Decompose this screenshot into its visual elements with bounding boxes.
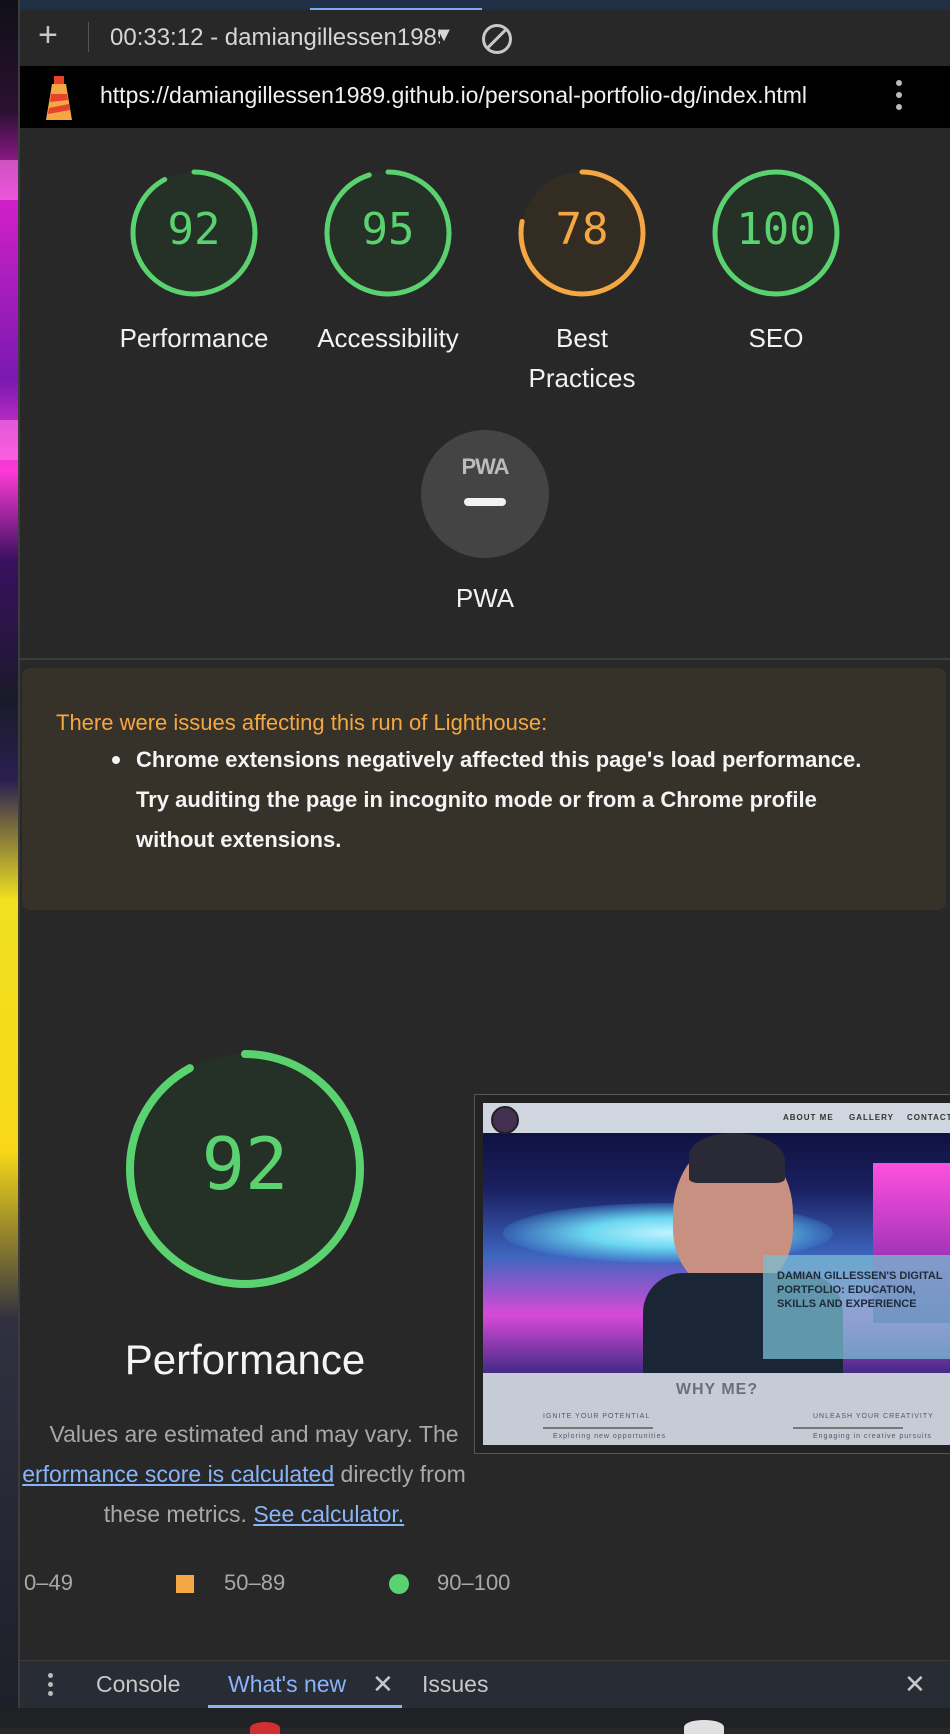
thumb-nav-item: CONTACT [907, 1113, 950, 1122]
score-calculated-link[interactable]: erformance score is calculated [22, 1461, 334, 1487]
portrait-hair-shape [689, 1133, 785, 1183]
devtools-top-strip [20, 0, 950, 10]
score-value: 78 [555, 204, 609, 255]
pwa-label: PWA [455, 583, 515, 613]
score-label: SEO [748, 323, 804, 353]
score-gauge-best-practices[interactable]: 78 [517, 168, 647, 298]
score-gauge-seo[interactable]: 100 [711, 168, 841, 298]
score-label: Best Practices [528, 323, 636, 393]
legend-average: 50–89 [224, 1570, 286, 1595]
tab-console[interactable]: Console [96, 1671, 180, 1698]
performance-title: Performance [124, 1336, 366, 1383]
thumb-left-caption: IGNITE YOUR POTENTIAL [543, 1413, 651, 1420]
lighthouse-toolbar: + 00:33:12 - damiangillessen1989 ▼ [20, 10, 950, 67]
score-value: 95 [361, 204, 415, 255]
score-value: 100 [736, 204, 816, 255]
performance-score: 92 [201, 1122, 289, 1206]
report-select[interactable]: 00:33:12 - damiangillessen1989 [110, 24, 440, 52]
tab-issues[interactable]: Issues [422, 1671, 488, 1698]
warning-item: Chrome extensions negatively affected th… [136, 747, 862, 852]
thumb-nav-item: GALLERY [849, 1113, 894, 1122]
kebab-icon[interactable] [896, 80, 902, 116]
divider [20, 658, 950, 660]
toolbar-separator [88, 22, 89, 52]
desc-line-1: Values are estimated and may vary. The [49, 1421, 459, 1447]
thumb-right-caption: UNLEASH YOUR CREATIVITY [813, 1413, 934, 1420]
chevron-down-icon[interactable]: ▼ [434, 24, 454, 47]
performance-description: Values are estimated and may vary. The e… [20, 1414, 488, 1534]
average-square-icon [176, 1575, 194, 1593]
taskbar-shape [684, 1720, 724, 1734]
score-label: Accessibility [317, 323, 459, 353]
thumb-lower-section: WHY ME? IGNITE YOUR POTENTIAL Exploring … [483, 1373, 950, 1445]
performance-gauge[interactable]: 92 [120, 1044, 370, 1294]
thumb-nav: ABOUT ME GALLERY CONTACT [483, 1103, 950, 1134]
warning-box: There were issues affecting this run of … [22, 668, 946, 910]
tab-whats-new[interactable]: What's new [228, 1671, 346, 1698]
legend-fail: 0–49 [24, 1570, 73, 1595]
audited-url: https://damiangillessen1989.github.io/pe… [100, 82, 808, 108]
desc-line-2-tail: directly from [334, 1461, 466, 1487]
lighthouse-icon [46, 76, 72, 120]
warning-title: There were issues affecting this run of … [56, 710, 548, 735]
plus-icon[interactable]: + [38, 18, 58, 52]
thumb-hero-box: DAMIAN GILLESSEN'S DIGITAL PORTFOLIO: ED… [763, 1255, 950, 1359]
thumb-hero-text: DAMIAN GILLESSEN'S DIGITAL PORTFOLIO: ED… [777, 1270, 943, 1310]
thumb-left-bar [543, 1427, 653, 1429]
legend-pass: 90–100 [437, 1570, 511, 1595]
pwa-badge-text: PWA [461, 454, 509, 479]
score-value: 92 [167, 204, 221, 255]
final-screenshot[interactable]: ABOUT ME GALLERY CONTACT DAMIAN GILLESSE… [474, 1094, 950, 1454]
avatar [491, 1106, 519, 1134]
score-gauge-performance[interactable]: 92 [129, 168, 259, 298]
drawer-kebab-icon[interactable] [48, 1673, 53, 1700]
bullet-icon [112, 756, 120, 764]
thumb-left-sub: Exploring new opportunities [553, 1433, 666, 1440]
pwa-dash-icon [464, 498, 506, 506]
score-gauge-accessibility[interactable]: 95 [323, 168, 453, 298]
desc-line-3: these metrics. [103, 1501, 254, 1527]
taskbar-strip [0, 1708, 950, 1734]
thumb-nav-item: ABOUT ME [783, 1113, 834, 1122]
taskbar-shape [250, 1722, 280, 1734]
url-bar: https://damiangillessen1989.github.io/pe… [20, 66, 950, 128]
screenshot-image: ABOUT ME GALLERY CONTACT DAMIAN GILLESSE… [483, 1103, 950, 1445]
close-tab-icon[interactable]: ✕ [372, 1669, 394, 1700]
see-calculator-link[interactable]: See calculator. [253, 1501, 404, 1527]
thumb-right-sub: Engaging in creative pursuits [813, 1433, 932, 1440]
block-icon[interactable] [482, 24, 512, 54]
thumb-section-title: WHY ME? [675, 1381, 759, 1398]
devtools-drawer: Console What's new ✕ Issues ✕ [20, 1660, 950, 1709]
pwa-badge[interactable]: PWA [421, 430, 549, 558]
pass-circle-icon [389, 1574, 409, 1594]
close-drawer-icon[interactable]: ✕ [904, 1669, 926, 1700]
score-label: Performance [119, 323, 269, 353]
thumb-right-bar [793, 1427, 903, 1429]
